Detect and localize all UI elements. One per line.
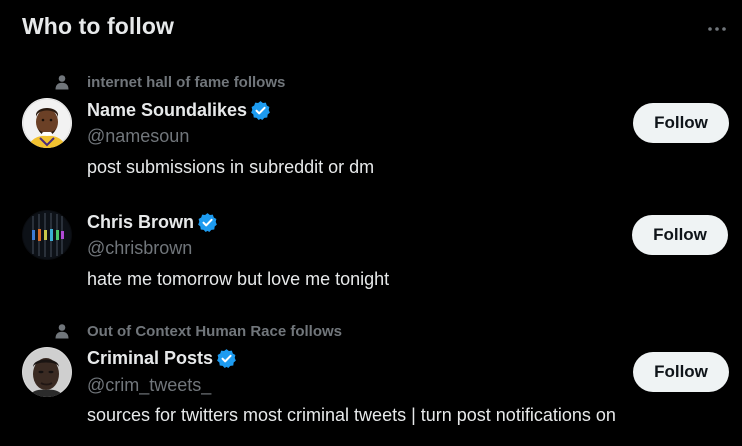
user-bio: hate me tomorrow but love me tonight bbox=[87, 269, 390, 289]
person-icon bbox=[55, 324, 69, 339]
verified-badge-icon bbox=[250, 100, 271, 121]
social-context-text: Out of Context Human Race follows bbox=[87, 323, 343, 340]
person-icon bbox=[55, 75, 69, 90]
verified-badge-icon bbox=[216, 348, 237, 369]
avatar-image bbox=[22, 347, 72, 397]
social-context-text: internet hall of fame follows bbox=[87, 74, 286, 91]
panel-title: Who to follow bbox=[22, 13, 175, 39]
follow-button[interactable]: Follow bbox=[633, 103, 729, 143]
display-name[interactable]: Chris Brown bbox=[87, 212, 194, 233]
social-context: internet hall of fame follows bbox=[0, 74, 742, 92]
who-to-follow-panel: Who to follow internet hall of fame foll… bbox=[0, 0, 742, 446]
avatar[interactable] bbox=[22, 210, 72, 260]
follow-button[interactable]: Follow bbox=[632, 215, 728, 255]
user-handle[interactable]: @chrisbrown bbox=[87, 238, 192, 259]
more-options-button[interactable] bbox=[706, 18, 728, 40]
display-name[interactable]: Criminal Posts bbox=[87, 348, 213, 369]
avatar-image bbox=[22, 98, 72, 148]
avatar-image bbox=[22, 210, 72, 260]
user-bio: sources for twitters most criminal tweet… bbox=[87, 405, 616, 425]
verified-badge-icon bbox=[197, 212, 218, 233]
avatar[interactable] bbox=[22, 347, 72, 397]
user-handle[interactable]: @namesoun bbox=[87, 126, 189, 147]
avatar[interactable] bbox=[22, 98, 72, 148]
social-context: Out of Context Human Race follows bbox=[0, 323, 742, 341]
more-horizontal-icon bbox=[708, 27, 726, 31]
suggestion-card[interactable]: internet hall of fame follows Name Sound… bbox=[0, 74, 742, 192]
suggestion-card[interactable]: Out of Context Human Race follows Crimin… bbox=[0, 323, 742, 441]
suggestion-card[interactable]: Chris Brown @chrisbrown hate me tomorrow… bbox=[0, 208, 742, 300]
follow-button[interactable]: Follow bbox=[633, 352, 729, 392]
user-bio: post submissions in subreddit or dm bbox=[87, 157, 375, 177]
user-handle[interactable]: @crim_tweets_ bbox=[87, 375, 211, 396]
display-name[interactable]: Name Soundalikes bbox=[87, 100, 247, 121]
